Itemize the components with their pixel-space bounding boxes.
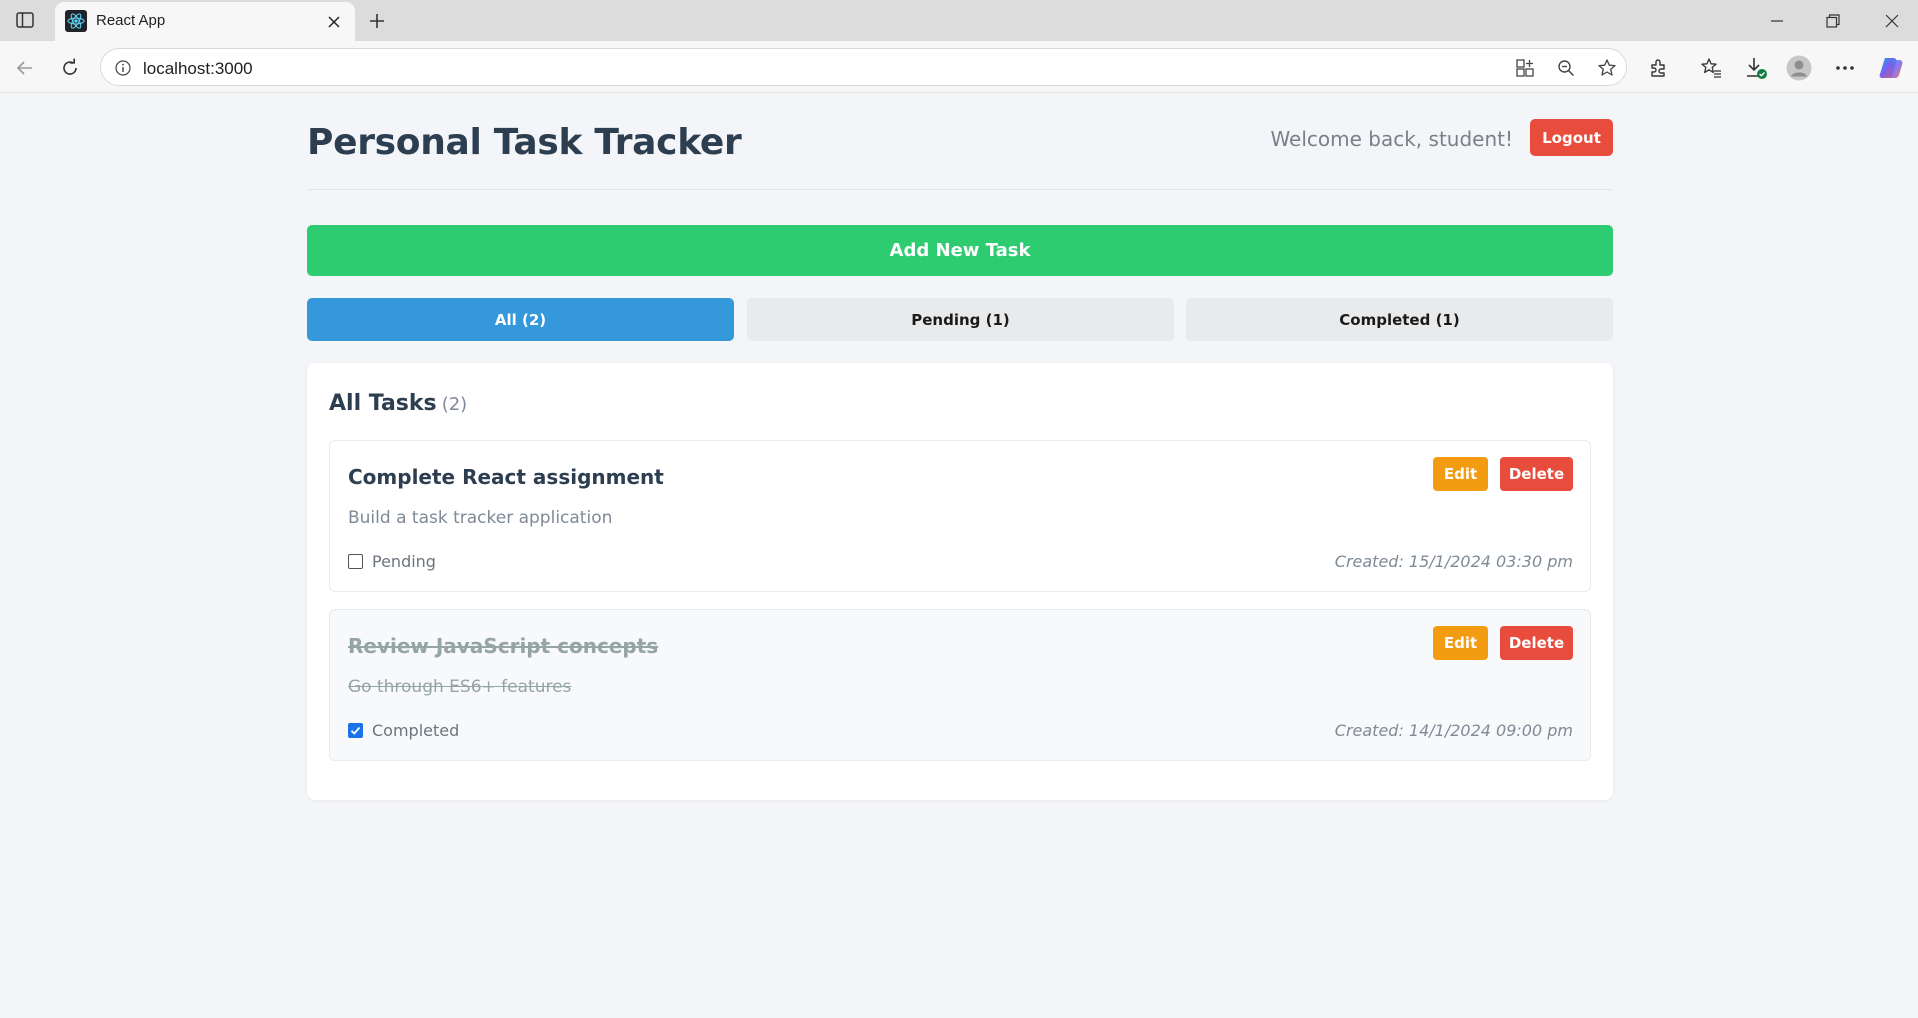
status-label[interactable]: Pending: [372, 552, 436, 571]
copilot-icon[interactable]: [1877, 54, 1905, 82]
close-icon[interactable]: [323, 11, 345, 33]
page-viewport: Personal Task Tracker Welcome back, stud…: [4, 94, 1918, 1018]
status-toggle[interactable]: Pending: [348, 552, 436, 571]
tab-pending[interactable]: Pending (1): [747, 298, 1174, 341]
downloads-icon[interactable]: [1742, 54, 1770, 82]
tab-completed[interactable]: Completed (1): [1186, 298, 1613, 341]
status-label[interactable]: Completed: [372, 721, 459, 740]
task-description: Build a task tracker application: [348, 508, 613, 528]
page-title: Personal Task Tracker: [307, 122, 742, 163]
delete-button[interactable]: Delete: [1500, 457, 1573, 491]
restore-icon[interactable]: [1820, 8, 1846, 34]
task-card: Review JavaScript concepts Edit Delete G…: [329, 609, 1591, 761]
task-description: Go through ES6+ features: [348, 677, 572, 697]
app-grid-icon[interactable]: [1513, 56, 1537, 80]
plus-icon[interactable]: [364, 8, 390, 34]
profile-icon[interactable]: [1785, 54, 1813, 82]
info-icon[interactable]: [113, 58, 133, 78]
browser-tab[interactable]: React App: [55, 2, 355, 41]
edit-button[interactable]: Edit: [1433, 626, 1488, 660]
status-checkbox[interactable]: [348, 554, 363, 569]
back-icon[interactable]: [11, 54, 39, 82]
panel-title: All Tasks: [329, 391, 437, 416]
more-icon[interactable]: [1831, 54, 1859, 82]
created-timestamp: Created: 15/1/2024 03:30 pm: [1334, 552, 1573, 571]
tab-title: React App: [96, 12, 166, 29]
delete-button[interactable]: Delete: [1500, 626, 1573, 660]
url-text[interactable]: localhost:3000: [143, 59, 253, 79]
address-bar[interactable]: localhost:3000: [100, 48, 1627, 86]
zoom-out-icon[interactable]: [1554, 56, 1578, 80]
add-new-task-button[interactable]: Add New Task: [307, 225, 1613, 276]
browser-toolbar: localhost:3000: [0, 41, 1918, 93]
extensions-icon[interactable]: [1645, 54, 1673, 82]
task-count: (2): [441, 394, 468, 415]
edit-button[interactable]: Edit: [1433, 457, 1488, 491]
checkmark-icon: [350, 726, 361, 735]
task-card: Complete React assignment Edit Delete Bu…: [329, 440, 1591, 592]
favorites-icon[interactable]: [1697, 54, 1725, 82]
status-toggle[interactable]: Completed: [348, 721, 459, 740]
star-icon[interactable]: [1595, 56, 1619, 80]
tab-all[interactable]: All (2): [307, 298, 734, 341]
panel-heading: All Tasks (2): [329, 391, 467, 416]
sidebar-icon[interactable]: [14, 9, 36, 31]
minimize-icon[interactable]: [1764, 8, 1790, 34]
status-checkbox[interactable]: [348, 723, 363, 738]
react-favicon: [65, 10, 87, 32]
app-header: Personal Task Tracker Welcome back, stud…: [307, 119, 1613, 190]
task-list-panel: All Tasks (2) Complete React assignment …: [307, 363, 1613, 800]
refresh-icon[interactable]: [56, 54, 84, 82]
browser-tab-bar: React App: [0, 0, 1918, 41]
welcome-message: Welcome back, student!: [1270, 127, 1513, 151]
logout-button[interactable]: Logout: [1530, 119, 1613, 156]
close-window-icon[interactable]: [1879, 8, 1905, 34]
created-timestamp: Created: 14/1/2024 09:00 pm: [1334, 721, 1573, 740]
task-title: Complete React assignment: [348, 465, 664, 489]
task-title: Review JavaScript concepts: [348, 634, 659, 658]
